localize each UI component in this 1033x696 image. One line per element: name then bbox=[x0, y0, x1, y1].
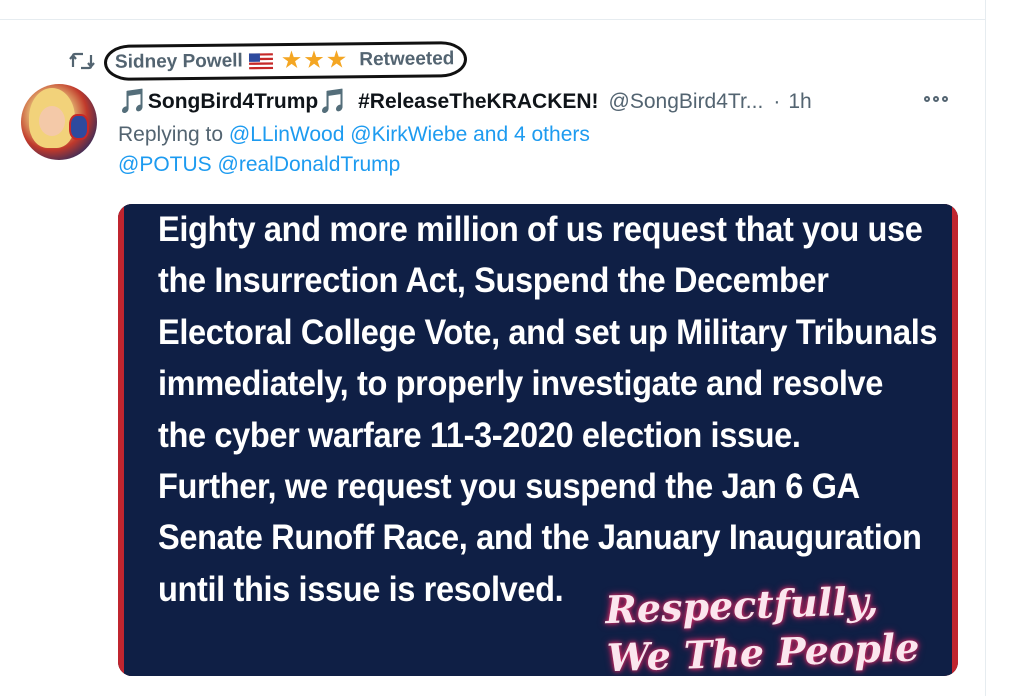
author-name-hashtag[interactable]: #ReleaseTheKRACKEN! bbox=[358, 90, 598, 114]
mention-link[interactable]: @KirkWiebe bbox=[350, 123, 467, 146]
media-text-line: the Insurrection Act, Suspend the Decemb… bbox=[158, 261, 829, 301]
separator-dot: · bbox=[773, 90, 781, 113]
tweet-media-image[interactable]: Eighty and more million of us request th… bbox=[118, 204, 958, 676]
media-signoff: Respectfully, We The People bbox=[604, 574, 958, 676]
star-icon: ★ bbox=[325, 46, 348, 74]
us-flag-icon bbox=[248, 53, 273, 70]
media-text-line: Eighty and more million of us request th… bbox=[158, 210, 923, 249]
star-icon: ★ bbox=[280, 46, 303, 75]
media-text-line: Further, we request you suspend the Jan … bbox=[158, 466, 860, 506]
media-background: Eighty and more million of us request th… bbox=[124, 204, 952, 676]
tweet-header: 🎵 SongBird4Trump 🎵 #ReleaseTheKRACKEN! @… bbox=[118, 86, 958, 118]
retweeted-label: Retweeted bbox=[359, 48, 455, 71]
author-avatar[interactable] bbox=[21, 84, 97, 160]
star-icon: ★ bbox=[303, 46, 325, 74]
retweet-icon bbox=[66, 50, 98, 72]
star-rating: ★ ★ ★ bbox=[280, 46, 348, 75]
tweet-text: @POTUS @realDonaldTrump bbox=[118, 150, 958, 180]
timeline-border bbox=[985, 0, 986, 696]
tweet[interactable]: 🎵 SongBird4Trump 🎵 #ReleaseTheKRACKEN! @… bbox=[118, 86, 958, 180]
author-display-name[interactable]: SongBird4Trump bbox=[148, 90, 318, 114]
media-text-line: the cyber warfare 11-3-2020 election iss… bbox=[158, 415, 801, 455]
others-link[interactable]: and 4 others bbox=[473, 123, 590, 146]
replying-to-label: Replying to bbox=[118, 123, 224, 146]
media-text: Eighty and more million of us request th… bbox=[158, 204, 938, 615]
retweeter-name[interactable]: Sidney Powell bbox=[115, 50, 243, 73]
retweeter-highlight: Sidney Powell ★ ★ ★ Retweeted bbox=[103, 41, 468, 81]
author-handle[interactable]: @SongBird4Tr... bbox=[609, 90, 764, 114]
music-note-icon: 🎵 bbox=[318, 88, 349, 115]
more-options-icon[interactable] bbox=[924, 92, 952, 106]
mention-link[interactable]: @LLinWood bbox=[229, 123, 345, 146]
music-note-icon: 🎵 bbox=[118, 88, 148, 115]
tweet-timestamp[interactable]: 1h bbox=[788, 90, 811, 114]
top-divider bbox=[0, 19, 985, 20]
media-text-line: immediately, to properly investigate and… bbox=[158, 364, 884, 404]
replying-to: Replying to @LLinWood @KirkWiebe and 4 o… bbox=[118, 120, 958, 150]
media-text-line: Senate Runoff Race, and the January Inau… bbox=[158, 518, 922, 558]
mention-link[interactable]: @realDonaldTrump bbox=[218, 153, 401, 176]
retweet-context: Sidney Powell ★ ★ ★ Retweeted bbox=[66, 41, 468, 81]
mention-link[interactable]: @POTUS bbox=[118, 153, 212, 176]
media-text-line: Electoral College Vote, and set up Milit… bbox=[158, 312, 938, 352]
